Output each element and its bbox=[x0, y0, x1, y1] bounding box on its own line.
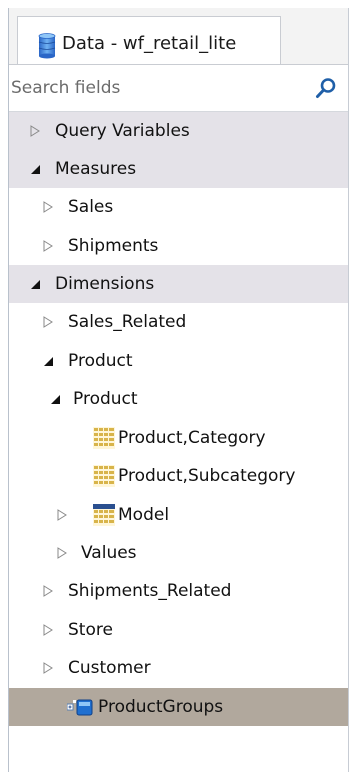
search-input[interactable] bbox=[11, 71, 301, 105]
triangle-down-icon[interactable] bbox=[42, 355, 54, 367]
tree-item-product[interactable]: Product bbox=[9, 342, 348, 380]
tree-item-product-hierarchy[interactable]: Product bbox=[9, 380, 348, 418]
tab-bar: Data - wf_retail_lite bbox=[9, 8, 348, 65]
data-panel: Data - wf_retail_lite Query Variables Me… bbox=[8, 8, 349, 772]
tree-item-product-category[interactable]: Product,Category bbox=[9, 419, 348, 457]
tree-item-label: Dimensions bbox=[55, 274, 155, 294]
tree-item-query-variables[interactable]: Query Variables bbox=[9, 112, 348, 150]
tree-item-label: Values bbox=[81, 543, 137, 563]
grid-icon bbox=[93, 504, 115, 526]
triangle-down-icon[interactable] bbox=[49, 393, 61, 405]
tab-data[interactable]: Data - wf_retail_lite bbox=[17, 16, 281, 64]
search-bar bbox=[9, 65, 348, 112]
product-groups-icon bbox=[67, 699, 93, 716]
triangle-right-icon[interactable] bbox=[42, 624, 54, 636]
tree-item-measures[interactable]: Measures bbox=[9, 150, 348, 188]
triangle-right-icon[interactable] bbox=[56, 547, 68, 559]
tree-item-label: Query Variables bbox=[55, 121, 190, 141]
tree-item-label: Measures bbox=[55, 159, 137, 179]
tree-item-shipments-related[interactable]: Shipments_Related bbox=[9, 572, 348, 610]
tree-item-label: Product,Category bbox=[118, 428, 266, 448]
tree-item-label: Customer bbox=[68, 658, 151, 678]
tree-item-label: Product bbox=[73, 389, 138, 409]
tree-item-values[interactable]: Values bbox=[9, 534, 348, 572]
tree-item-customer[interactable]: Customer bbox=[9, 649, 348, 687]
grid-icon bbox=[93, 427, 115, 449]
triangle-down-icon[interactable] bbox=[29, 278, 41, 290]
grid-icon bbox=[93, 465, 115, 487]
search-icon[interactable] bbox=[315, 77, 337, 99]
tree-item-sales[interactable]: Sales bbox=[9, 188, 348, 226]
tree-item-dimensions[interactable]: Dimensions bbox=[9, 265, 348, 303]
tree-item-model[interactable]: Model bbox=[9, 496, 348, 534]
tab-title: Data - wf_retail_lite bbox=[62, 33, 237, 54]
tree-item-label: Product bbox=[68, 351, 133, 371]
triangle-right-icon[interactable] bbox=[42, 240, 54, 252]
triangle-right-icon[interactable] bbox=[42, 662, 54, 674]
tree-item-sales-related[interactable]: Sales_Related bbox=[9, 303, 348, 341]
tree-item-label: Model bbox=[118, 505, 170, 525]
database-icon bbox=[38, 33, 56, 59]
tree-item-label: Sales_Related bbox=[68, 312, 187, 332]
tree-item-label: Sales bbox=[68, 197, 114, 217]
tree-item-product-groups[interactable]: ProductGroups bbox=[9, 688, 348, 726]
triangle-right-icon[interactable] bbox=[29, 125, 41, 137]
tree-item-label: ProductGroups bbox=[98, 697, 224, 717]
triangle-right-icon[interactable] bbox=[42, 201, 54, 213]
tree-item-label: Shipments bbox=[68, 236, 159, 256]
tree-item-label: Product,Subcategory bbox=[118, 466, 296, 486]
tree-item-label: Shipments_Related bbox=[68, 581, 232, 601]
tree-item-label: Store bbox=[68, 620, 113, 640]
triangle-right-icon[interactable] bbox=[56, 509, 68, 521]
triangle-right-icon[interactable] bbox=[42, 316, 54, 328]
tree-item-shipments[interactable]: Shipments bbox=[9, 227, 348, 265]
tree-item-store[interactable]: Store bbox=[9, 611, 348, 649]
tree-item-product-subcategory[interactable]: Product,Subcategory bbox=[9, 457, 348, 495]
triangle-down-icon[interactable] bbox=[29, 163, 41, 175]
triangle-right-icon[interactable] bbox=[42, 585, 54, 597]
